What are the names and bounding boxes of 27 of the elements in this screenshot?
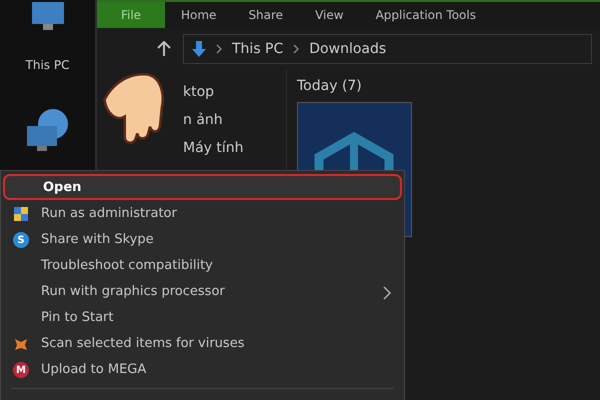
nav-item[interactable]: Máy tính <box>183 140 286 156</box>
breadcrumb[interactable]: Downloads <box>309 41 386 57</box>
mega-icon: M <box>13 362 29 378</box>
group-header[interactable]: Today (7) <box>297 78 600 94</box>
skype-icon: S <box>13 232 29 248</box>
up-arrow-icon[interactable] <box>157 41 171 57</box>
menu-item[interactable]: Pin to Start <box>1 304 404 330</box>
download-arrow-icon <box>192 41 206 57</box>
ribbon-tab[interactable]: Application Tools <box>360 2 492 28</box>
breadcrumb[interactable]: This PC <box>232 41 284 57</box>
nav-item[interactable]: ktop <box>183 84 286 100</box>
menu-item[interactable]: Run as administrator <box>1 200 404 226</box>
menu-item[interactable]: Troubleshoot compatibility <box>1 252 404 278</box>
menu-item[interactable]: Scan selected items for viruses <box>1 330 404 356</box>
nav-item[interactable]: n ảnh <box>183 112 286 128</box>
ribbon-tab[interactable]: Home <box>165 2 232 28</box>
ribbon-tab[interactable]: View <box>299 2 360 28</box>
chevron-icon <box>293 44 300 54</box>
desktop-icon-label[interactable]: This PC <box>26 58 70 72</box>
address-bar[interactable]: This PC Downloads <box>183 34 592 64</box>
menu-item[interactable]: S Share with Skype <box>1 226 404 252</box>
menu-item[interactable]: M Upload to MEGA <box>1 356 404 382</box>
antivirus-icon <box>13 336 29 352</box>
ribbon-tab[interactable]: Share <box>232 2 300 28</box>
chevron-icon <box>216 44 222 54</box>
menu-item[interactable]: Run with graphics processor <box>1 278 404 304</box>
menu-item[interactable]: Open <box>3 174 402 200</box>
